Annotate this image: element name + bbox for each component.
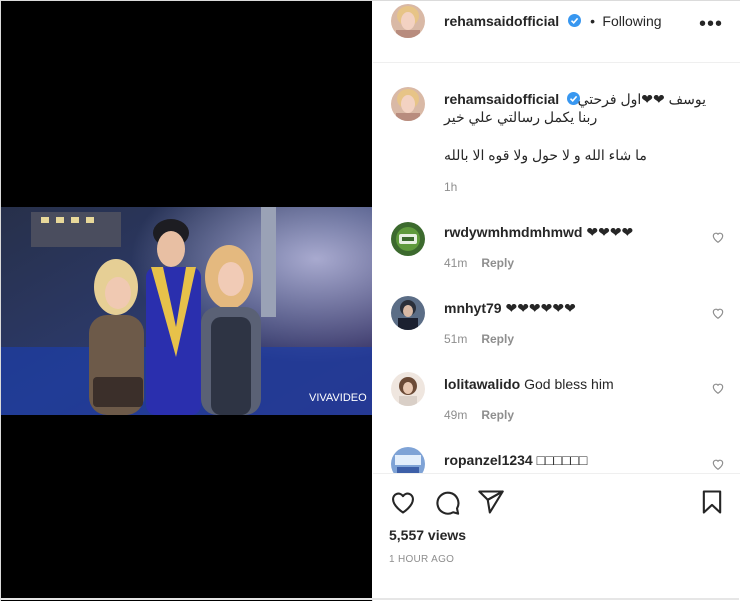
commenter-username[interactable]: lolitawalido (444, 376, 520, 392)
bottom-divider (1, 598, 739, 600)
comment-item: mnhyt79 ❤❤❤❤❤❤ 51m Reply (444, 299, 694, 348)
comment-text: ❤❤❤❤❤❤ (505, 300, 576, 316)
post-side-panel: rehamsaidofficial • Following ••• rehams… (373, 1, 740, 601)
caption: rehamsaidofficial يوسف ❤❤اول فرحتي ربنا … (444, 90, 706, 194)
caption-line-2: ربنا يكمل رسالتي علي خير (444, 109, 598, 125)
following-button[interactable]: Following (602, 13, 661, 29)
like-icon[interactable] (389, 488, 417, 516)
caption-avatar[interactable] (391, 87, 425, 121)
commenter-username[interactable]: ropanzel1234 (444, 452, 533, 468)
video-watermark: VIVAVIDEO (309, 392, 367, 404)
author-username[interactable]: rehamsaidofficial (444, 13, 559, 29)
post-image: VIVAVIDEO (1, 207, 372, 415)
post-actions: 5,557 views 1 HOUR AGO (373, 473, 740, 602)
avatar-image (391, 87, 425, 121)
reply-button[interactable]: Reply (481, 256, 514, 270)
commenter-username[interactable]: rwdywmhmdmhmwd (444, 224, 582, 240)
comment-like-icon[interactable] (711, 306, 725, 320)
comment-time[interactable]: 51m (444, 332, 467, 346)
verified-icon (567, 14, 581, 27)
comment-item: ropanzel1234 □□□□□□ (444, 451, 694, 469)
avatar-image (391, 447, 425, 473)
post-media-panel[interactable]: VIVAVIDEO (1, 1, 372, 601)
commenter-avatar[interactable] (391, 296, 425, 330)
avatar-image (391, 372, 425, 406)
post-modal: VIVAVIDEO rehamsaidofficial • Following … (0, 0, 740, 601)
commenter-username[interactable]: mnhyt79 (444, 300, 502, 316)
post-timestamp[interactable]: 1 HOUR AGO (389, 554, 454, 565)
post-video-frame[interactable]: VIVAVIDEO (1, 207, 372, 415)
save-icon[interactable] (698, 488, 726, 516)
commenter-avatar[interactable] (391, 447, 425, 473)
commenter-avatar[interactable] (391, 372, 425, 406)
header-user-line: rehamsaidofficial • Following (444, 13, 662, 31)
reply-button[interactable]: Reply (481, 332, 514, 346)
caption-line-1: يوسف ❤❤اول فرحتي (577, 91, 706, 107)
comment-time[interactable]: 49m (444, 408, 467, 422)
caption-username[interactable]: rehamsaidofficial (444, 91, 559, 107)
comment-like-icon[interactable] (711, 230, 725, 244)
author-avatar[interactable] (391, 4, 425, 38)
avatar-image (391, 296, 425, 330)
post-header: rehamsaidofficial • Following ••• (373, 1, 740, 63)
comment-text: □□□□□□ (536, 452, 588, 468)
avatar-image (391, 4, 425, 38)
caption-time[interactable]: 1h (444, 180, 706, 194)
comment-like-icon[interactable] (711, 381, 725, 395)
comment-icon[interactable] (433, 488, 461, 516)
more-options-icon[interactable]: ••• (699, 13, 723, 36)
comment-item: lolitawalido God bless him 49m Reply (444, 375, 694, 424)
comment-time[interactable]: 41m (444, 256, 467, 270)
caption-line-3: ما شاء الله و لا حول ولا قوه الا بالله (444, 147, 647, 163)
comment-like-icon[interactable] (711, 457, 725, 471)
comment-text: ❤❤❤❤ (586, 224, 634, 240)
comment-item: rwdywmhmdmhmwd ❤❤❤❤ 41m Reply (444, 223, 694, 272)
commenter-avatar[interactable] (391, 222, 425, 256)
avatar-image (391, 222, 425, 256)
reply-button[interactable]: Reply (481, 408, 514, 422)
share-icon[interactable] (477, 488, 505, 516)
comment-text: God bless him (524, 376, 614, 392)
header-separator: • (590, 13, 595, 29)
view-count[interactable]: 5,557 views (389, 527, 466, 543)
comments-list: rehamsaidofficial يوسف ❤❤اول فرحتي ربنا … (373, 63, 740, 473)
